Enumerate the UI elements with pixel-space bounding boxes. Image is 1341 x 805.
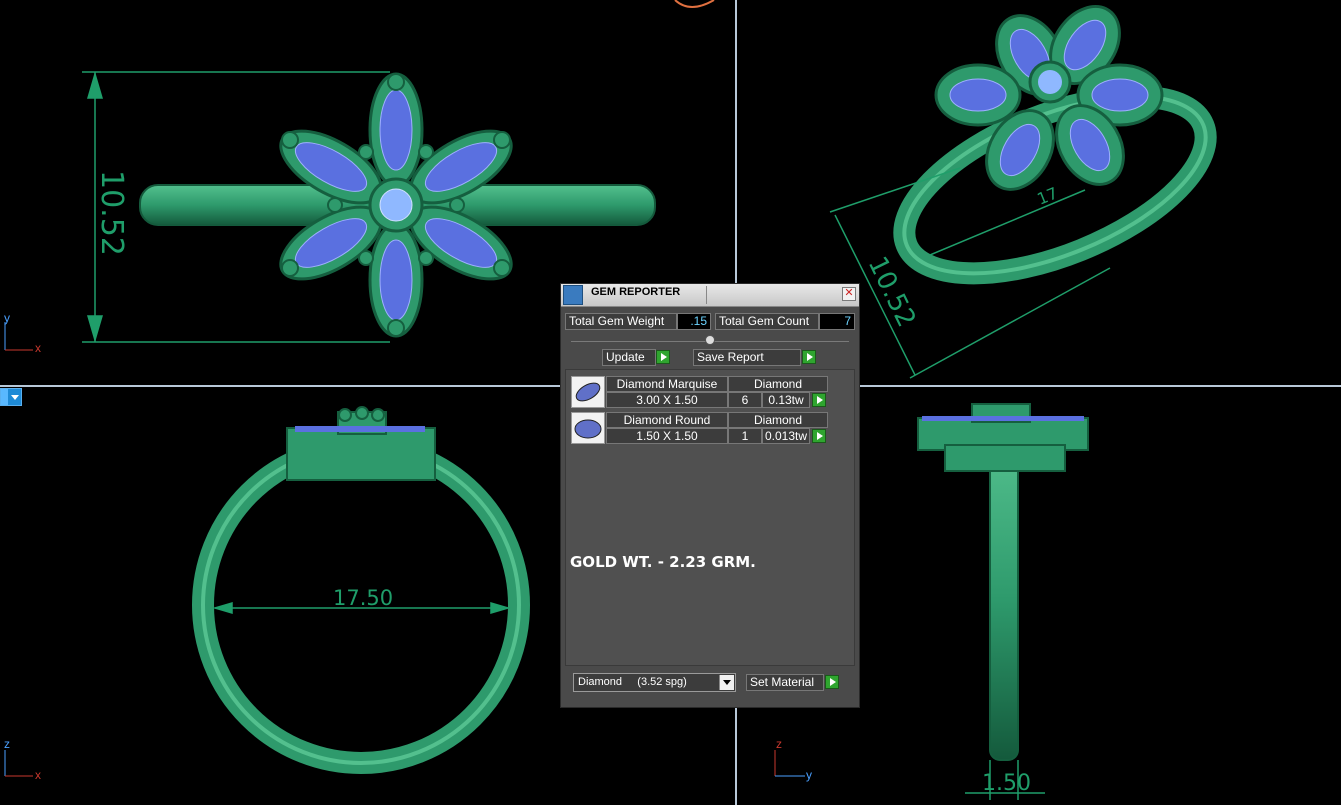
gem-row-go-icon[interactable] <box>812 393 826 407</box>
svg-text:z: z <box>4 737 10 751</box>
splitter-handle[interactable] <box>705 335 715 345</box>
side-view-ring[interactable]: 1.50 <box>917 403 1089 800</box>
gem-reporter-titlebar[interactable]: GEM REPORTER ✕ <box>561 284 859 307</box>
gem-count: 1 <box>728 428 762 444</box>
round-gem-icon <box>571 412 605 444</box>
svg-text:1.50: 1.50 <box>982 771 1031 796</box>
svg-text:17.50: 17.50 <box>333 586 393 610</box>
svg-text:y: y <box>4 311 10 325</box>
close-icon[interactable]: ✕ <box>842 287 856 301</box>
gem-row-go-icon[interactable] <box>812 429 826 443</box>
gem-size: 3.00 X 1.50 <box>606 392 728 408</box>
axis-indicator-bottom-left: z x <box>4 737 41 782</box>
gem-count: 6 <box>728 392 762 408</box>
svg-text:17: 17 <box>1034 183 1060 208</box>
total-gem-count-label: Total Gem Count <box>715 313 819 330</box>
svg-text:y: y <box>806 768 812 782</box>
gem-list[interactable]: Diamond Marquise Diamond 3.00 X 1.50 6 0… <box>565 369 855 666</box>
set-material-button[interactable]: Set Material <box>746 674 824 691</box>
gem-weight: 0.13tw <box>762 392 810 408</box>
update-go-icon[interactable] <box>656 350 670 364</box>
axis-indicator-bottom-right: z y <box>774 737 812 782</box>
marquise-gem-icon <box>571 376 605 408</box>
gem-material: Diamond <box>728 376 828 392</box>
svg-text:x: x <box>35 768 41 782</box>
perspective-view-ring[interactable]: 10.52 17 <box>829 0 1230 379</box>
total-gem-weight-label: Total Gem Weight <box>565 313 677 330</box>
set-material-go-icon[interactable] <box>825 675 839 689</box>
gem-weight: 0.013tw <box>762 428 810 444</box>
gem-size: 1.50 X 1.50 <box>606 428 728 444</box>
update-button[interactable]: Update <box>602 349 656 366</box>
material-select[interactable]: Diamond (3.52 spg) <box>573 673 736 692</box>
axis-indicator-top-left: y x <box>4 311 41 355</box>
height-dimension-label: 10.52 <box>94 170 129 256</box>
gold-weight-note: GOLD WT. - 2.23 GRM. <box>570 553 756 571</box>
save-report-go-icon[interactable] <box>802 350 816 364</box>
save-report-button[interactable]: Save Report <box>693 349 801 366</box>
material-select-value: Diamond (3.52 spg) <box>578 676 687 688</box>
front-view-ring[interactable]: 17.50 <box>192 406 530 774</box>
gem-reporter-title: GEM REPORTER <box>591 286 681 298</box>
total-gem-weight-value: .15 <box>677 313 711 330</box>
top-gizmo-icon <box>674 0 715 8</box>
svg-text:x: x <box>35 341 41 355</box>
total-gem-count-value: 7 <box>819 313 855 330</box>
gem-reporter-app-icon <box>563 285 583 305</box>
viewport-menu-dropdown[interactable] <box>0 388 22 406</box>
svg-text:z: z <box>776 737 782 751</box>
gem-name: Diamond Round <box>606 412 728 428</box>
gem-name: Diamond Marquise <box>606 376 728 392</box>
gem-reporter-panel: GEM REPORTER ✕ Total Gem Weight .15 Tota… <box>560 283 860 708</box>
chevron-down-icon[interactable] <box>719 675 734 690</box>
chevron-down-icon <box>11 395 19 400</box>
gem-material: Diamond <box>728 412 828 428</box>
